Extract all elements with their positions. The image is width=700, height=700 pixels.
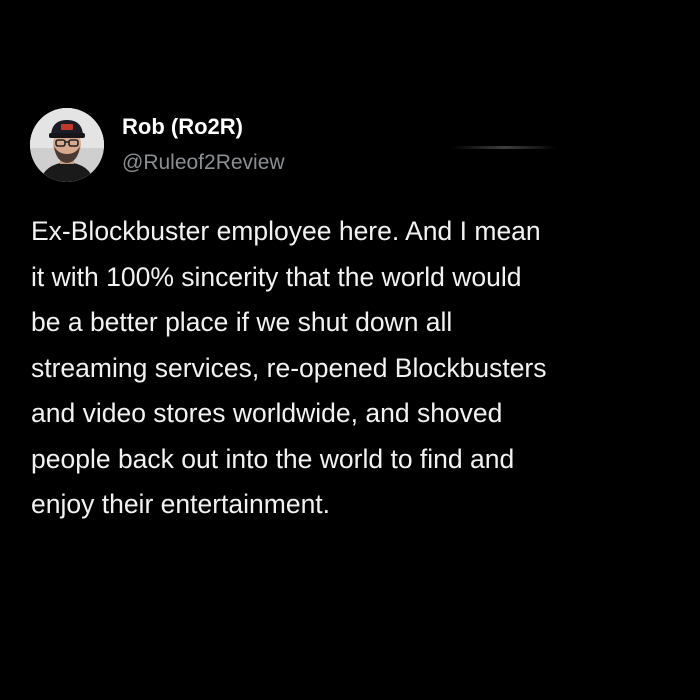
profile-avatar-icon: [30, 108, 104, 182]
avatar[interactable]: [30, 108, 104, 182]
tweet-card: Rob (Ro2R) @Ruleof2Review Ex-Blockbuster…: [0, 0, 700, 700]
tweet-text-line: Ex-Blockbuster employee here. And I mean: [31, 216, 541, 246]
author-handle[interactable]: @Ruleof2Review: [122, 149, 285, 177]
author-display-name[interactable]: Rob (Ro2R): [122, 113, 285, 141]
tweet-header: Rob (Ro2R) @Ruleof2Review: [30, 108, 285, 182]
tweet-text-line: enjoy their entertainment.: [31, 489, 331, 519]
tweet-text: Ex-Blockbuster employee here. And I mean…: [31, 209, 681, 528]
author-names: Rob (Ro2R) @Ruleof2Review: [122, 113, 285, 177]
tweet-text-line: people back out into the world to find a…: [31, 443, 515, 474]
tweet-text-line: and video stores worldwide, and shoved: [31, 398, 503, 428]
tweet-text-line: streaming services, re-opened Blockbuste…: [31, 352, 547, 383]
screen-glare-decoration: [452, 146, 557, 149]
tweet-text-line: be a better place if we shut down all: [31, 307, 453, 337]
tweet-text-line: it with 100% sincerity that the world wo…: [31, 261, 522, 292]
